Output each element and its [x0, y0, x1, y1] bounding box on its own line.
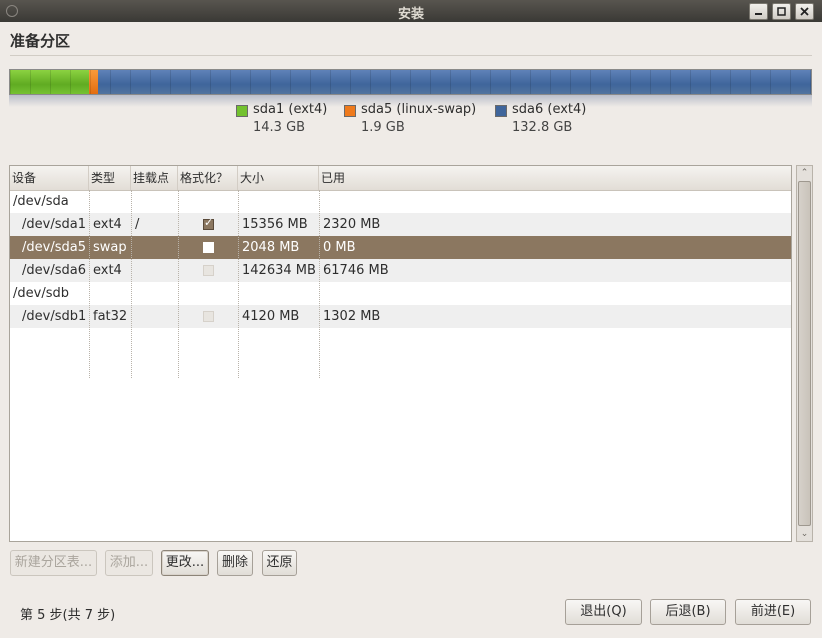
partition-table[interactable]: 设备 类型 挂载点 格式化？ 大小 已用 /dev/sda /dev/sda1 …: [9, 165, 792, 542]
maximize-button[interactable]: [772, 3, 791, 20]
column-divider: [131, 190, 132, 378]
legend-name: sda5 (linux-swap): [361, 102, 477, 117]
window-title: 安装: [397, 7, 424, 22]
column-divider: [89, 190, 90, 378]
legend-size: 1.9 GB: [361, 120, 405, 135]
legend-size: 132.8 GB: [512, 120, 573, 135]
partition-bar: [9, 69, 812, 95]
forward-button[interactable]: 前进(E): [735, 599, 811, 625]
cell-used: 0 MB: [323, 240, 356, 255]
cell-used: 61746 MB: [323, 263, 389, 278]
change-button[interactable]: 更改...: [161, 550, 209, 576]
close-button[interactable]: [795, 3, 814, 20]
table-header: 设备 类型 挂载点 格式化？ 大小 已用: [10, 166, 791, 191]
legend-swatch: [236, 105, 248, 117]
legend-size: 14.3 GB: [253, 120, 306, 135]
column-divider: [319, 190, 320, 378]
column-divider: [238, 190, 239, 378]
step-indicator: 第 5 步(共 7 步): [20, 608, 116, 623]
cell-device: /dev/sdb1: [22, 309, 87, 324]
maximize-icon: [777, 7, 786, 16]
legend-name: sda1 (ext4): [253, 102, 328, 117]
cell-type: ext4: [93, 217, 122, 232]
format-checkbox: [203, 311, 214, 322]
page-title: 准备分区: [10, 32, 71, 50]
cell-mount: /: [135, 217, 140, 232]
column-header-size[interactable]: 大小: [238, 166, 319, 190]
column-header-format[interactable]: 格式化？: [178, 166, 238, 190]
column-header-mount[interactable]: 挂载点: [131, 166, 178, 190]
table-row[interactable]: /dev/sda: [10, 190, 791, 213]
minimize-icon: [755, 13, 762, 15]
legend-name: sda6 (ext4): [512, 102, 587, 117]
revert-button[interactable]: 还原: [262, 550, 297, 576]
table-row[interactable]: /dev/sda1 ext4 / 15356 MB 2320 MB: [10, 213, 791, 236]
cell-device: /dev/sda: [13, 194, 69, 209]
format-checkbox: [203, 265, 214, 276]
column-header-type[interactable]: 类型: [89, 166, 131, 190]
divider: [10, 55, 812, 56]
scroll-down-icon[interactable]: ⌄: [800, 530, 809, 539]
minimize-button[interactable]: [749, 3, 768, 20]
quit-button[interactable]: 退出(Q): [565, 599, 642, 625]
delete-button[interactable]: 删除: [217, 550, 253, 576]
installer-window: 安装 准备分区 sda1 (ext4) 14.3 GB sda5 (linux-…: [0, 0, 822, 638]
cell-device: /dev/sda1: [22, 217, 86, 232]
back-button[interactable]: 后退(B): [650, 599, 726, 625]
table-row-selected[interactable]: /dev/sda5 swap 2048 MB 0 MB: [10, 236, 791, 259]
new-partition-table-button[interactable]: 新建分区表...: [10, 550, 97, 576]
bar-grid: [10, 70, 811, 94]
vertical-scrollbar[interactable]: ⌃ ⌄: [796, 165, 813, 542]
cell-used: 2320 MB: [323, 217, 381, 232]
column-divider: [178, 190, 179, 378]
column-header-device[interactable]: 设备: [10, 166, 89, 190]
cell-size: 15356 MB: [242, 217, 308, 232]
legend-swatch: [495, 105, 507, 117]
title-bar: 安装: [0, 0, 822, 22]
cell-type: ext4: [93, 263, 122, 278]
cell-size: 4120 MB: [242, 309, 300, 324]
table-row[interactable]: /dev/sdb1 fat32 4120 MB 1302 MB: [10, 305, 791, 328]
format-checkbox[interactable]: [203, 216, 214, 230]
cell-type: swap: [93, 240, 127, 255]
cell-used: 1302 MB: [323, 309, 381, 324]
column-header-used[interactable]: 已用: [319, 166, 791, 190]
add-button[interactable]: 添加...: [105, 550, 153, 576]
close-icon: [800, 7, 809, 16]
cell-size: 142634 MB: [242, 263, 316, 278]
scrollbar-thumb[interactable]: [798, 181, 811, 526]
legend-swatch: [344, 105, 356, 117]
cell-device: /dev/sda6: [22, 263, 86, 278]
format-checkbox[interactable]: [203, 242, 214, 253]
table-row[interactable]: /dev/sdb: [10, 282, 791, 305]
scroll-up-icon[interactable]: ⌃: [800, 169, 809, 178]
cell-type: fat32: [93, 309, 128, 324]
table-row[interactable]: /dev/sda6 ext4 142634 MB 61746 MB: [10, 259, 791, 282]
cell-size: 2048 MB: [242, 240, 300, 255]
cell-device: /dev/sdb: [13, 286, 69, 301]
cell-device: /dev/sda5: [22, 240, 86, 255]
